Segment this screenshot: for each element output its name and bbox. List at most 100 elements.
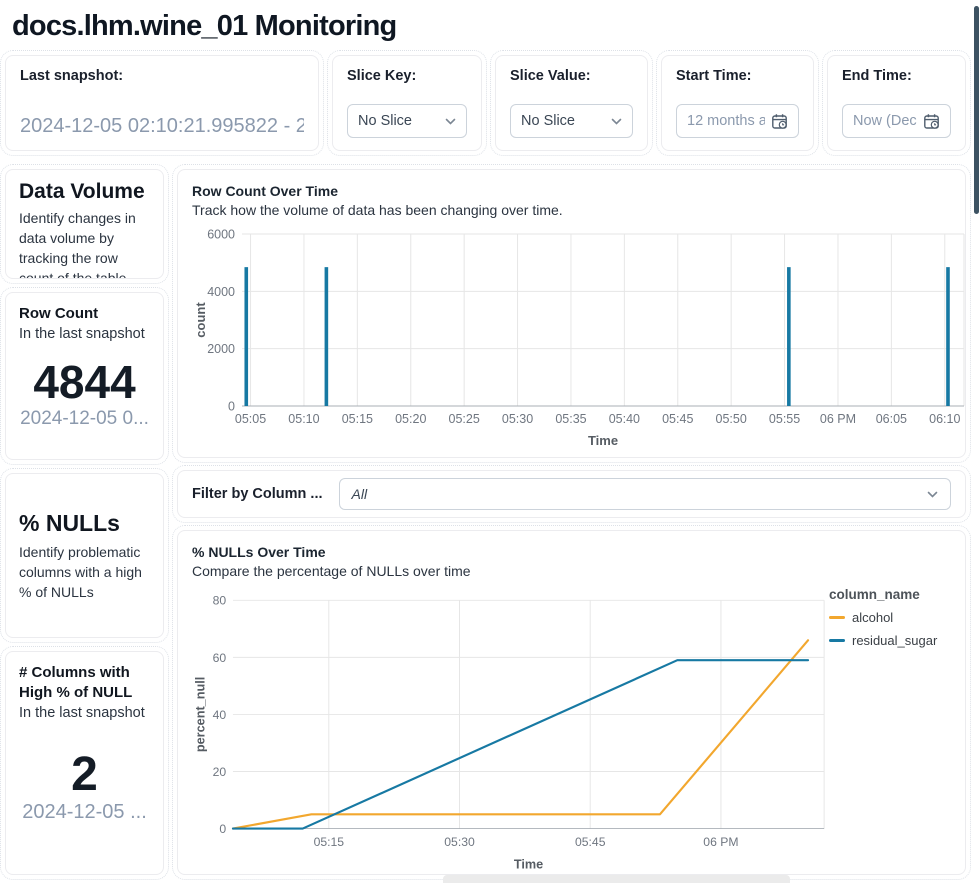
horizontal-scrollbar-thumb[interactable] [443,875,790,883]
svg-text:05:30: 05:30 [444,835,475,849]
slice-key-label: Slice Key: [347,68,467,84]
legend-title: column_name [829,587,951,602]
nulls-chart-title: % NULLs Over Time [192,543,951,561]
filter-by-column-select[interactable]: All [339,478,951,510]
start-time-label: Start Time: [676,68,799,84]
start-time-value: 12 months a... [687,113,765,129]
svg-text:05:15: 05:15 [342,412,373,426]
legend-item-residual-sugar[interactable]: residual_sugar [829,633,951,648]
percent-nulls-title: % NULLs [19,510,150,537]
nulls-chart-card: % NULLs Over Time Compare the percentage… [177,530,966,875]
svg-text:05:45: 05:45 [575,835,606,849]
svg-text:05:10: 05:10 [288,412,319,426]
svg-text:05:40: 05:40 [609,412,640,426]
svg-text:05:05: 05:05 [235,412,266,426]
row-count-chart-title: Row Count Over Time [192,182,951,200]
high-null-columns-value: 2 [19,749,150,801]
legend-label-residual-sugar: residual_sugar [852,633,937,648]
chart-legend: column_name alcohol residual_sugar [829,583,951,875]
svg-text:06:05: 06:05 [876,412,907,426]
svg-text:05:25: 05:25 [449,412,480,426]
slice-key-card: Slice Key: No Slice [332,55,482,151]
slice-key-select[interactable]: No Slice [347,104,467,138]
svg-text:count: count [193,302,208,338]
alcohol-swatch-icon [829,616,845,619]
row-count-timestamp: 2024-12-05 0... [19,408,150,430]
percent-nulls-description: Identify problematic columns with a high… [19,542,150,602]
svg-text:2000: 2000 [207,342,235,356]
page-header: docs.lhm.wine_01 Monitoring [0,0,980,47]
row-count-over-time-chart: 020004000600005:0505:1005:1505:2005:2505… [192,224,966,456]
nulls-over-time-chart: 0 20 40 60 80 05:15 05:30 05:45 06 PM Time percent… [192,583,829,875]
row-count-title: Row Count [19,304,150,324]
svg-text:0: 0 [219,822,226,836]
svg-text:40: 40 [213,708,227,722]
percent-nulls-card: % NULLs Identify problematic columns wit… [5,473,164,638]
slice-value-card: Slice Value: No Slice [495,55,648,151]
svg-text:percent_null: percent_null [194,677,208,752]
calendar-icon[interactable] [923,113,940,130]
legend-label-alcohol: alcohol [852,610,893,625]
svg-text:05:35: 05:35 [555,412,586,426]
last-snapshot-label: Last snapshot: [20,68,304,84]
sidebar-column: Data Volume Identify changes in data vol… [5,169,164,875]
svg-text:80: 80 [213,594,227,608]
page-title: docs.lhm.wine_01 Monitoring [12,10,966,43]
filter-by-column-card: Filter by Column ... All [177,470,966,518]
high-null-columns-timestamp: 2024-12-05 ... [19,801,150,824]
last-snapshot-card: Last snapshot: 2024-12-05 02:10:21.99582… [5,55,319,151]
dashboard-page: docs.lhm.wine_01 Monitoring Last snapsho… [0,0,980,883]
row-count-value: 4844 [19,356,150,408]
row-count-chart-card: Row Count Over Time Track how the volume… [177,169,966,458]
start-time-input[interactable]: 12 months a... [676,104,799,138]
svg-text:Time: Time [514,858,543,872]
chevron-down-icon [927,491,938,498]
svg-text:05:55: 05:55 [769,412,800,426]
last-snapshot-value: 2024-12-05 02:10:21.995822 - 2024-1... [20,115,304,138]
chevron-down-icon [611,118,622,125]
charts-column: Row Count Over Time Track how the volume… [177,169,966,875]
high-null-columns-card: # Columns with High % of NULL In the las… [5,651,164,875]
legend-item-alcohol[interactable]: alcohol [829,610,951,625]
nulls-chart-subtitle: Compare the percentage of NULLs over tim… [192,561,951,581]
end-time-value: Now (Dec 04,... [853,113,917,129]
svg-text:06 PM: 06 PM [820,412,856,426]
end-time-label: End Time: [842,68,951,84]
residual-sugar-swatch-icon [829,639,845,642]
svg-text:05:20: 05:20 [395,412,426,426]
end-time-input[interactable]: Now (Dec 04,... [842,104,951,138]
svg-text:20: 20 [213,765,227,779]
svg-text:06:10: 06:10 [929,412,960,426]
svg-text:06 PM: 06 PM [703,835,738,849]
high-null-columns-title: # Columns with High % of NULL [19,663,150,703]
svg-text:05:30: 05:30 [502,412,533,426]
start-time-card: Start Time: 12 months a... [661,55,814,151]
svg-text:05:15: 05:15 [314,835,345,849]
row-count-chart-subtitle: Track how the volume of data has been ch… [192,200,951,220]
data-volume-card: Data Volume Identify changes in data vol… [5,169,164,279]
filters-row: Last snapshot: 2024-12-05 02:10:21.99582… [5,55,966,151]
svg-text:Time: Time [588,433,618,448]
data-volume-title: Data Volume [19,180,150,204]
main-content: Data Volume Identify changes in data vol… [5,169,966,875]
slice-value-value: No Slice [521,113,575,129]
slice-value-select[interactable]: No Slice [510,104,633,138]
nulls-chart-row: 0 20 40 60 80 05:15 05:30 05:45 06 PM Time percent… [192,583,951,875]
svg-text:4000: 4000 [207,285,235,299]
svg-text:6000: 6000 [207,228,235,242]
calendar-icon[interactable] [771,113,788,130]
vertical-scrollbar-thumb[interactable] [974,6,979,214]
high-null-columns-subtitle: In the last snapshot [19,703,150,723]
slice-key-value: No Slice [358,113,412,129]
svg-text:60: 60 [213,651,227,665]
row-count-subtitle: In the last snapshot [19,324,150,344]
slice-value-label: Slice Value: [510,68,633,84]
svg-text:05:45: 05:45 [662,412,693,426]
chevron-down-icon [445,118,456,125]
row-count-card: Row Count In the last snapshot 4844 2024… [5,292,164,460]
filter-by-column-value: All [352,486,368,502]
end-time-card: End Time: Now (Dec 04,... [827,55,966,151]
data-volume-description: Identify changes in data volume by track… [19,208,150,279]
filter-by-column-label: Filter by Column ... [192,486,323,502]
svg-text:05:50: 05:50 [716,412,747,426]
